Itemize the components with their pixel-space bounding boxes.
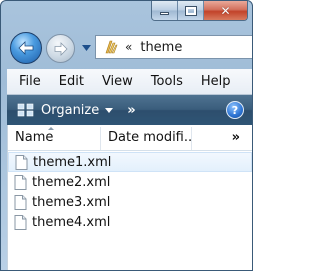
address-bar[interactable]: « theme xyxy=(95,35,252,59)
file-row[interactable]: theme1.xml xyxy=(8,152,252,172)
command-bar-overflow-button[interactable]: » xyxy=(127,103,135,118)
column-header-name[interactable]: Name xyxy=(8,127,101,150)
menu-view[interactable]: View xyxy=(96,69,139,95)
sort-ascending-icon xyxy=(48,127,54,130)
help-button[interactable]: ? xyxy=(226,101,244,119)
xml-file-icon xyxy=(14,174,27,190)
back-button[interactable] xyxy=(10,32,42,64)
command-bar: Organize » ? xyxy=(7,95,252,125)
menu-tools[interactable]: Tools xyxy=(145,69,189,95)
organize-button[interactable]: Organize xyxy=(41,103,99,118)
menu-edit[interactable]: Edit xyxy=(53,69,90,95)
xml-file-icon xyxy=(15,154,28,170)
file-name: theme1.xml xyxy=(33,154,112,170)
navigation-bar: « theme xyxy=(1,29,252,71)
minimize-icon xyxy=(160,12,169,15)
file-list-pane: Name Date modifi... » theme1.xml theme2.… xyxy=(7,125,252,270)
breadcrumb-overflow[interactable]: « xyxy=(125,41,132,53)
chevron-down-icon xyxy=(81,45,91,51)
maximize-icon xyxy=(184,5,197,16)
minimize-button[interactable] xyxy=(152,1,178,20)
back-arrow-icon xyxy=(18,41,34,55)
maximize-button[interactable] xyxy=(178,1,204,20)
close-icon: ✕ xyxy=(220,3,231,18)
file-name: theme4.xml xyxy=(32,214,111,230)
menu-help[interactable]: Help xyxy=(195,69,237,95)
breadcrumb-current-folder[interactable]: theme xyxy=(140,40,182,55)
forward-button[interactable] xyxy=(46,34,75,63)
column-header-overflow[interactable]: » xyxy=(192,127,252,150)
file-row[interactable]: theme2.xml xyxy=(8,172,252,192)
menu-bar: File Edit View Tools Help xyxy=(7,69,252,95)
file-rows: theme1.xml theme2.xml theme3.xml theme4.… xyxy=(8,152,252,232)
file-name: theme2.xml xyxy=(32,174,111,190)
caption-buttons: ✕ xyxy=(151,1,248,21)
xml-file-icon xyxy=(14,214,27,230)
file-row[interactable]: theme3.xml xyxy=(8,192,252,212)
folder-icon xyxy=(104,39,118,55)
column-header-date-label: Date modifi... xyxy=(108,130,192,145)
file-row[interactable]: theme4.xml xyxy=(8,212,252,232)
forward-arrow-icon xyxy=(54,41,68,56)
xml-file-icon xyxy=(14,194,27,210)
menu-file[interactable]: File xyxy=(13,69,47,95)
help-icon: ? xyxy=(231,103,239,117)
organize-icon xyxy=(17,102,35,118)
organize-dropdown-arrow[interactable] xyxy=(105,107,114,113)
recent-pages-dropdown[interactable] xyxy=(81,42,91,54)
explorer-window: ✕ « theme File Edit View Tools Help Orga… xyxy=(0,0,253,271)
file-name: theme3.xml xyxy=(32,194,111,210)
close-button[interactable]: ✕ xyxy=(204,1,247,20)
column-header-name-label: Name xyxy=(15,130,54,145)
column-headers: Name Date modifi... » xyxy=(8,127,252,151)
column-header-date-modified[interactable]: Date modifi... xyxy=(101,127,192,150)
